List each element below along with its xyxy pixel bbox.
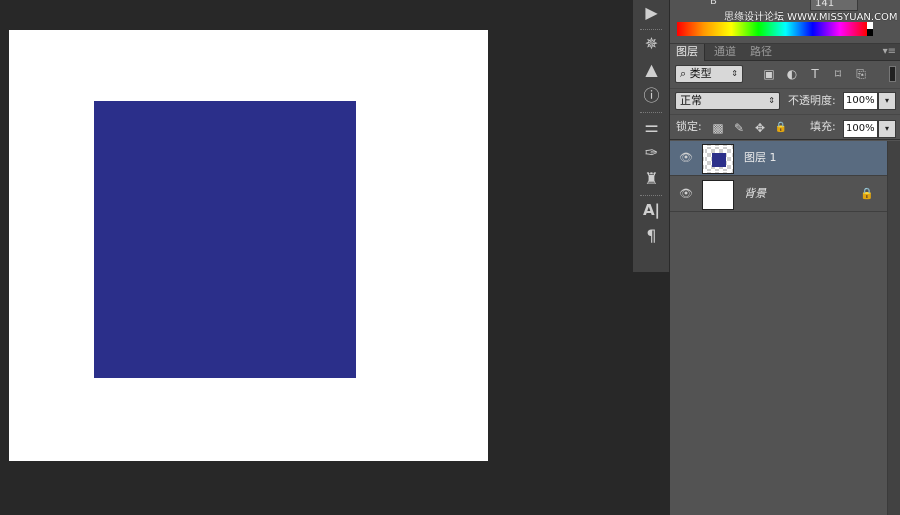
layer-thumbnail xyxy=(702,180,734,210)
blue-square-shape[interactable] xyxy=(94,101,356,378)
adjust-sliders-icon[interactable]: ⚌ xyxy=(633,114,670,140)
lock-row: 锁定: ▩ ✎ ✥ 🔒 填充: 100% ▾ xyxy=(670,114,900,140)
tab-paths[interactable]: 路径 xyxy=(744,44,778,61)
histogram-icon[interactable]: ▲ xyxy=(633,57,670,83)
layer-thumbnail xyxy=(702,144,734,174)
opacity-input[interactable]: 100% xyxy=(843,92,878,110)
layer-row[interactable]: 👁 图层 1 xyxy=(670,141,887,176)
watermark-text: 思缘设计论坛 WWW.MISSYUAN.COM xyxy=(724,12,898,23)
blend-row: 正常 ⇕ 不透明度: 100% ▾ xyxy=(670,88,900,112)
document-area[interactable] xyxy=(0,0,633,515)
brush-presets-icon[interactable]: ✑ xyxy=(633,140,670,166)
image-filter-icon[interactable]: ▣ xyxy=(760,66,778,82)
photoshop-window: ▶ ✵ ▲ ⓘ ⚌ ✑ ♜ A| ¶ B 141 思缘设计论坛 WWW.MISS… xyxy=(0,0,900,515)
color-panel: B 141 思缘设计论坛 WWW.MISSYUAN.COM xyxy=(670,0,900,44)
adjustment-filter-icon[interactable]: ◐ xyxy=(783,66,801,82)
type-filter-icon[interactable]: T xyxy=(806,66,824,82)
panel-gap xyxy=(633,272,670,515)
wheel-icon[interactable]: ✵ xyxy=(633,31,670,57)
character-icon[interactable]: A| xyxy=(633,197,670,223)
panel-tabs: 图层 通道 路径 ▾≡ xyxy=(670,44,900,61)
tab-channels[interactable]: 通道 xyxy=(708,44,742,61)
lock-transparent-icon[interactable]: ▩ xyxy=(710,120,726,136)
layer-row[interactable]: 👁 背景 🔒 xyxy=(670,177,887,212)
channel-label: B xyxy=(710,0,717,7)
fill-label: 填充: xyxy=(810,120,836,133)
blend-mode-select[interactable]: 正常 ⇕ xyxy=(675,92,780,110)
search-icon: ⌕ xyxy=(680,67,687,80)
filter-kind-value: 类型 xyxy=(689,67,712,80)
filter-toggle-switch[interactable] xyxy=(889,66,896,82)
panel-icon-strip: ▶ ✵ ▲ ⓘ ⚌ ✑ ♜ A| ¶ xyxy=(633,0,670,272)
tab-layers[interactable]: 图层 xyxy=(670,44,705,61)
smart-object-filter-icon[interactable]: ⎘ xyxy=(852,66,870,82)
filter-kind-select[interactable]: ⌕ 类型 ⇕ xyxy=(675,65,743,83)
lock-pixels-icon[interactable]: ✎ xyxy=(731,120,747,136)
blend-mode-value: 正常 xyxy=(680,94,702,107)
lock-icon: 🔒 xyxy=(860,187,874,200)
opacity-label: 不透明度: xyxy=(788,94,836,107)
paragraph-icon[interactable]: ¶ xyxy=(633,223,670,249)
select-arrow-icon: ⇕ xyxy=(768,96,775,105)
clone-stamp-icon[interactable]: ♜ xyxy=(633,166,670,192)
panel-menu-icon[interactable]: ▾≡ xyxy=(883,44,896,60)
layer-thumbnail-content xyxy=(712,153,726,167)
layer-filter-row: ⌕ 类型 ⇕ ▣ ◐ T ⌑ ⎘ xyxy=(670,62,900,86)
lock-label: 锁定: xyxy=(676,120,702,133)
eye-icon[interactable]: 👁 xyxy=(678,151,694,165)
lock-all-icon[interactable]: 🔒 xyxy=(773,120,789,136)
canvas[interactable] xyxy=(9,30,488,461)
opacity-slider-button[interactable]: ▾ xyxy=(878,92,896,110)
lock-position-icon[interactable]: ✥ xyxy=(752,120,768,136)
info-icon[interactable]: ⓘ xyxy=(633,83,670,109)
fill-input[interactable]: 100% xyxy=(843,120,878,138)
select-arrow-icon: ⇕ xyxy=(731,69,738,78)
layers-list: 👁 图层 1 👁 背景 🔒 xyxy=(670,141,887,515)
right-panel: B 141 思缘设计论坛 WWW.MISSYUAN.COM 图层 通道 路径 ▾… xyxy=(670,0,900,515)
layers-scrollbar[interactable] xyxy=(887,141,900,515)
fill-slider-button[interactable]: ▾ xyxy=(878,120,896,138)
eye-icon[interactable]: 👁 xyxy=(678,187,694,201)
layer-name[interactable]: 背景 xyxy=(744,187,766,201)
color-spectrum-bar[interactable] xyxy=(677,22,873,36)
shape-filter-icon[interactable]: ⌑ xyxy=(829,66,847,82)
layer-name[interactable]: 图层 1 xyxy=(744,151,777,165)
play-icon[interactable]: ▶ xyxy=(633,0,670,26)
